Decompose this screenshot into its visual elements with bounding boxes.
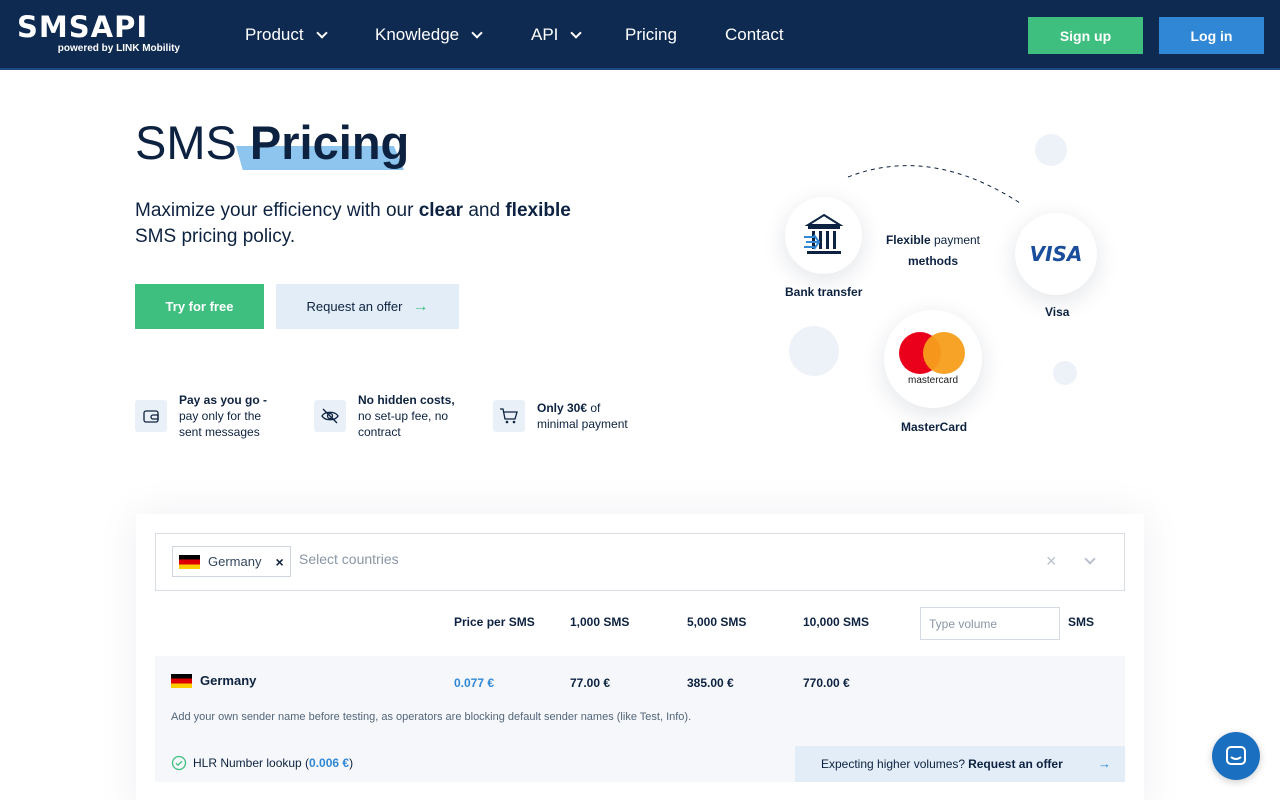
- hlr-close: ): [349, 756, 354, 770]
- hlr-price: 0.006 €: [309, 756, 350, 770]
- bank-transfer-label: Bank transfer: [785, 285, 863, 299]
- center-bold: Flexible: [885, 233, 931, 247]
- arrow-right-icon: →: [412, 297, 429, 315]
- chevron-down-icon: [315, 27, 328, 39]
- request-offer-label: Request an offer: [306, 299, 403, 314]
- price-10000-value: 770.00 €: [803, 676, 850, 690]
- nav-api-label: API: [531, 25, 559, 44]
- top-navigation-bar: SMSAPI powered by LINK Mobility Product …: [0, 0, 1280, 70]
- nav-contact[interactable]: Contact: [725, 24, 784, 46]
- logo-subtext: powered by LINK Mobility: [57, 43, 180, 54]
- arrow-right-icon: →: [1098, 756, 1111, 771]
- germany-flag-icon: [171, 673, 192, 688]
- hlr-lookup: HLR Number lookup (0.006 €): [171, 755, 353, 771]
- row-country: Germany: [171, 673, 256, 688]
- feature-text: Pay as you go - pay only for the sent me…: [179, 392, 267, 440]
- chat-widget-button[interactable]: [1212, 732, 1260, 780]
- nav-contact-label: Contact: [725, 25, 784, 44]
- decorative-dot: [1053, 361, 1077, 385]
- feature-title: Only 30€: [537, 401, 588, 415]
- logo-text: SMSAPI: [17, 10, 149, 44]
- nav-api[interactable]: API: [531, 24, 583, 46]
- feature-line: of: [587, 401, 601, 415]
- feature-no-hidden-costs: No hidden costs, no set-up fee, no contr…: [314, 392, 455, 440]
- feature-line: minimal payment: [537, 417, 628, 431]
- nav-knowledge-label: Knowledge: [375, 25, 460, 44]
- chat-icon: [1226, 746, 1246, 765]
- remove-country-icon[interactable]: ×: [275, 554, 283, 570]
- log-in-button[interactable]: Log in: [1159, 17, 1264, 54]
- clear-selection-icon[interactable]: ×: [1046, 551, 1057, 572]
- flexible-payment-methods: Flexible payment methods: [870, 230, 996, 272]
- smsapi-logo[interactable]: SMSAPI powered by LINK Mobility: [17, 12, 187, 58]
- germany-flag-icon: [179, 554, 200, 569]
- column-10000-sms: 10,000 SMS: [803, 615, 870, 629]
- visa-circle: VISA: [1015, 213, 1097, 295]
- center-rest: payment: [930, 233, 981, 247]
- selected-country-label: Germany: [208, 554, 262, 569]
- feature-title: Pay as you go -: [179, 393, 268, 407]
- page-title: SMS Pricing: [135, 115, 409, 171]
- feature-line: sent messages: [179, 425, 260, 439]
- selected-country-tag: Germany ×: [172, 546, 291, 577]
- sender-name-note: Add your own sender name before testing,…: [171, 711, 692, 723]
- nav-product-label: Product: [245, 25, 304, 44]
- nav-pricing-label: Pricing: [625, 25, 677, 44]
- feature-line: no set-up fee, no: [358, 409, 449, 423]
- mastercard-label: MasterCard: [901, 420, 968, 434]
- title-bold: Pricing: [249, 116, 410, 169]
- hero-subtitle: Maximize your efficiency with our clear …: [135, 198, 655, 250]
- dashed-arc: [847, 165, 1021, 204]
- column-price-per-sms: Price per SMS: [454, 615, 535, 629]
- column-1000-sms: 1,000 SMS: [570, 615, 630, 629]
- subtitle-bold-flexible: flexible: [505, 200, 571, 221]
- visa-label: Visa: [1045, 305, 1070, 319]
- nav-product[interactable]: Product: [245, 24, 328, 46]
- feature-line: contract: [358, 425, 401, 439]
- mastercard-logo: mastercard: [898, 330, 968, 388]
- title-light: SMS: [135, 116, 237, 169]
- price-1000-value: 77.00 €: [570, 676, 611, 690]
- check-circle-icon: [171, 755, 187, 771]
- hlr-label: HLR Number lookup (: [193, 756, 310, 770]
- wallet-icon: [135, 400, 167, 432]
- subtitle-part: and: [463, 200, 506, 221]
- mastercard-circle: mastercard: [884, 310, 982, 408]
- higher-volumes-text: Expecting higher volumes?: [821, 757, 966, 771]
- bank-icon: [803, 213, 843, 254]
- chevron-down-icon: [570, 27, 583, 39]
- try-for-free-button[interactable]: Try for free: [135, 284, 264, 329]
- subtitle-part: Maximize your efficiency with our: [135, 200, 419, 221]
- feature-title: No hidden costs,: [358, 393, 455, 407]
- feature-pay-as-you-go: Pay as you go - pay only for the sent me…: [135, 392, 267, 440]
- mastercard-wordmark: mastercard: [907, 375, 958, 386]
- cart-icon: [493, 400, 525, 432]
- chevron-down-icon: [471, 27, 483, 39]
- eye-off-icon: [314, 400, 346, 432]
- volume-unit-label: SMS: [1068, 615, 1095, 629]
- nav-pricing[interactable]: Pricing: [625, 24, 677, 46]
- volume-input[interactable]: [920, 607, 1060, 640]
- country-select-placeholder[interactable]: Select countries: [299, 551, 399, 567]
- price-per-sms-value: 0.077 €: [454, 676, 495, 690]
- decorative-dot: [1035, 134, 1067, 166]
- center-line2: methods: [907, 254, 958, 268]
- higher-volumes-link-label: Request an offer: [968, 757, 1063, 771]
- feature-text: Only 30€ of minimal payment: [537, 392, 628, 432]
- column-5000-sms: 5,000 SMS: [687, 615, 747, 629]
- visa-logo: VISA: [1029, 242, 1083, 266]
- request-offer-button[interactable]: Request an offer →: [276, 284, 459, 329]
- sign-up-button[interactable]: Sign up: [1028, 17, 1143, 54]
- subtitle-part: SMS pricing policy.: [135, 226, 296, 247]
- subtitle-bold-clear: clear: [418, 200, 464, 221]
- price-5000-value: 385.00 €: [687, 676, 734, 690]
- row-country-label: Germany: [200, 673, 257, 688]
- feature-text: No hidden costs, no set-up fee, no contr…: [358, 392, 455, 440]
- higher-volumes-offer-link[interactable]: Expecting higher volumes? Request an off…: [795, 746, 1125, 782]
- bank-transfer-circle: [785, 197, 862, 274]
- feature-line: pay only for the: [179, 409, 262, 423]
- feature-minimal-payment: Only 30€ of minimal payment: [493, 392, 628, 432]
- decorative-dot: [789, 326, 839, 376]
- nav-knowledge[interactable]: Knowledge: [375, 24, 483, 46]
